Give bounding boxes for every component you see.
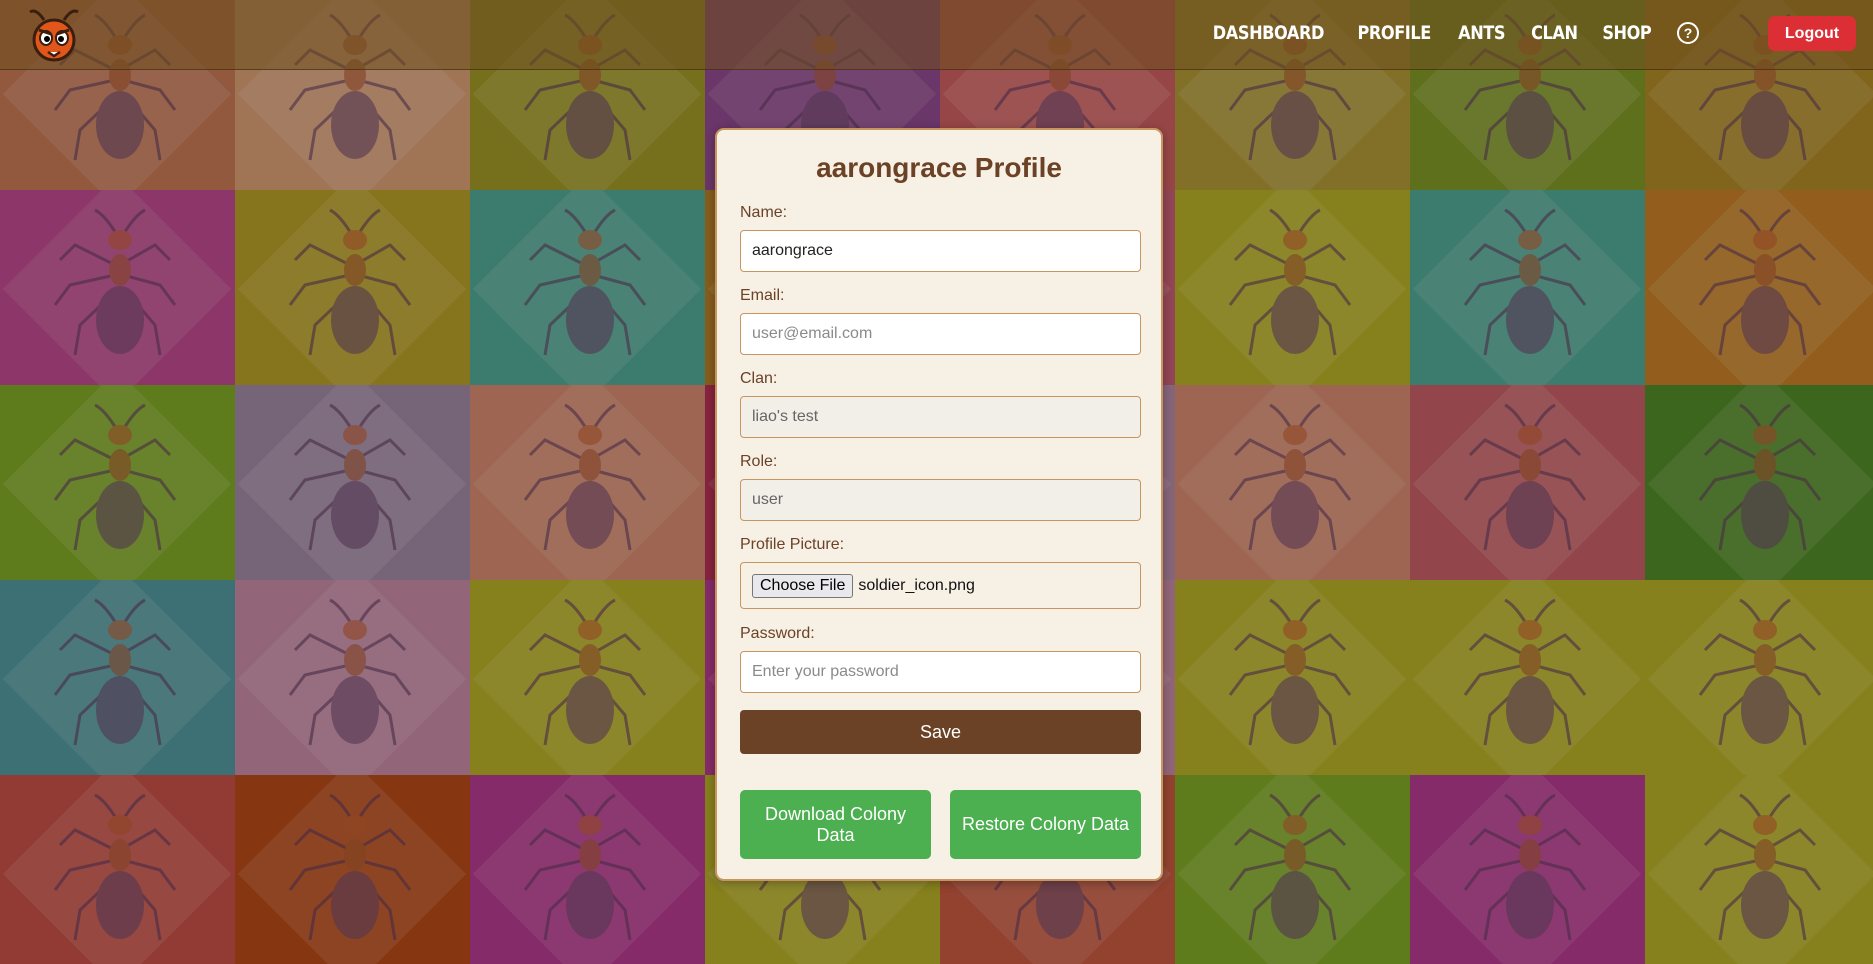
clan-field — [740, 396, 1141, 438]
nav-link-dashboard[interactable]: DASHBOARD — [1213, 22, 1325, 44]
nav-link-profile[interactable]: PROFILE — [1358, 22, 1432, 44]
logout-button[interactable]: Logout — [1768, 16, 1856, 51]
page-title: aarongrace Profile — [816, 152, 1062, 183]
name-input[interactable] — [740, 230, 1141, 272]
ant-logo-icon[interactable] — [26, 6, 82, 64]
save-button[interactable]: Save — [740, 710, 1141, 754]
clan-label: Clan: — [740, 370, 778, 387]
email-input[interactable] — [740, 313, 1141, 355]
name-label: Name: — [740, 204, 788, 221]
navbar: DASHBOARD PROFILE ANTS CLAN SHOP ? Logou… — [0, 0, 1873, 70]
password-input[interactable] — [740, 651, 1141, 693]
role-field — [740, 479, 1141, 521]
profile-picture-input: Choose File soldier_icon.png — [740, 562, 1141, 609]
selected-file-name: soldier_icon.png — [858, 576, 975, 594]
role-label: Role: — [740, 453, 778, 470]
restore-colony-data-button[interactable]: Restore Colony Data — [950, 790, 1141, 859]
nav-link-ants[interactable]: ANTS — [1459, 22, 1506, 44]
password-label: Password: — [740, 625, 815, 642]
nav-links: DASHBOARD PROFILE ANTS CLAN SHOP ? — [1203, 0, 1699, 66]
profile-card: aarongrace Profile Name: Email: Clan: Ro… — [715, 128, 1163, 881]
nav-link-shop[interactable]: SHOP — [1603, 22, 1652, 44]
nav-link-clan[interactable]: CLAN — [1531, 22, 1578, 44]
profile-picture-label: Profile Picture: — [740, 536, 845, 553]
email-label: Email: — [740, 287, 785, 304]
help-icon[interactable]: ? — [1677, 22, 1699, 44]
download-colony-data-button[interactable]: Download Colony Data — [740, 790, 931, 859]
choose-file-button[interactable]: Choose File — [752, 573, 854, 598]
